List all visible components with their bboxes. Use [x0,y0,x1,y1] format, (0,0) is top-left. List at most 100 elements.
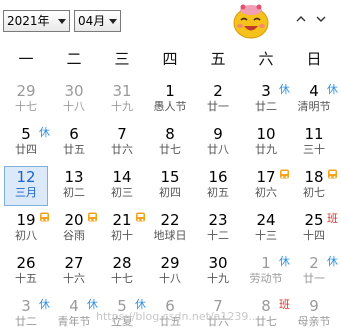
lunar-date: 十五 [15,272,37,285]
chevron-down-icon[interactable] [314,12,328,26]
day-cell[interactable]: 11 三十 [292,123,336,163]
bus-icon [88,212,97,222]
day-number: 9 [309,297,319,315]
day-cell[interactable]: 2 廿一休 [292,252,338,292]
day-cell[interactable]: 30 十九 [196,252,240,292]
year-select[interactable]: 2021年 [3,10,70,32]
day-number: 10 [256,125,276,143]
bus-icon [136,212,145,222]
day-cell[interactable]: 29 十七 [4,80,48,120]
day-cell[interactable]: 27 十六 [52,252,96,292]
day-cell[interactable]: 7 廿六 [100,123,144,163]
day-cell[interactable]: 14 初三 [100,166,144,206]
lunar-date: 十三 [255,229,277,242]
weekday-label: 一 [18,50,34,68]
day-number: 27 [64,254,84,272]
day-cell[interactable]: 29 十八 [148,252,192,292]
bus-icon [40,212,49,222]
lunar-date: 青年节 [57,315,91,328]
day-number: 9 [213,125,223,143]
day-number: 8 [165,125,175,143]
day-number: 15 [160,168,180,186]
month-select-value: 04月 [78,14,106,28]
day-cell[interactable]: 6 廿五 [52,123,96,163]
lunar-date: 廿七 [159,143,181,156]
day-cell[interactable]: 10 廿九 [244,123,288,163]
day-number: 11 [304,125,324,143]
lunar-date: 初五 [207,186,229,199]
day-number: 29 [160,254,180,272]
lunar-date: 廿四 [15,143,37,156]
day-cell[interactable]: 23 十二 [196,209,240,249]
watermark: https://blog.csdn.net/a1239... [96,310,259,323]
lunar-date: 十八 [63,100,85,113]
lunar-date: 十九 [207,272,229,285]
day-number: 14 [112,168,132,186]
weekday-label: 日 [306,50,322,68]
day-cell[interactable]: 22 地球日 [148,209,192,249]
bus-icon [280,169,289,179]
day-cell[interactable]: 19 初八 [4,209,49,249]
weekday-header: 一二三四五六日 [0,46,341,70]
day-number: 2 [213,82,223,100]
day-cell[interactable]: 20 谷雨 [52,209,97,249]
day-cell[interactable]: 5 廿四休 [4,123,50,163]
day-cell[interactable]: 12 三月 [4,166,48,206]
lunar-date: 三十 [303,143,325,156]
weekday-label: 二 [66,50,82,68]
lunar-date: 廿五 [63,143,85,156]
lunar-date: 廿一 [303,272,325,285]
lunar-date: 十六 [63,272,85,285]
day-cell[interactable]: 9 母亲节 [292,295,336,333]
day-cell[interactable]: 2 廿一 [196,80,240,120]
day-cell[interactable]: 3 廿二休 [4,295,50,333]
day-cell[interactable]: 30 十八 [52,80,96,120]
holiday-badge: 休 [327,255,338,268]
lunar-date: 初三 [111,186,133,199]
day-cell[interactable]: 16 初五 [196,166,240,206]
day-cell[interactable]: 1 愚人节 [148,80,192,120]
day-number: 29 [16,82,36,100]
day-number: 28 [112,254,132,272]
lunar-date: 劳动节 [249,272,283,285]
lunar-date: 初四 [159,186,181,199]
day-cell[interactable]: 9 廿八 [196,123,240,163]
day-cell[interactable]: 18 初七 [292,166,337,206]
day-cell[interactable]: 15 初四 [148,166,192,206]
lunar-date: 初二 [63,186,85,199]
lunar-date: 清明节 [297,100,331,113]
workday-badge: 班 [279,298,290,311]
day-cell[interactable]: 25 十四班 [292,209,338,249]
holiday-badge: 休 [39,298,50,311]
day-cell[interactable]: 26 十五 [4,252,48,292]
day-cell[interactable]: 13 初二 [52,166,96,206]
lunar-date: 初六 [255,186,277,199]
day-number: 26 [16,254,36,272]
chevron-down-icon [109,19,117,24]
lunar-date: 十七 [15,100,37,113]
month-select[interactable]: 04月 [74,10,121,32]
day-number: 1 [165,82,175,100]
day-cell[interactable]: 17 初六 [244,166,289,206]
holiday-badge: 休 [327,83,338,96]
day-cell[interactable]: 31 十九 [100,80,144,120]
year-select-value: 2021年 [7,14,50,28]
day-cell[interactable]: 28 十七 [100,252,144,292]
chevron-up-icon[interactable] [294,12,308,26]
day-cell[interactable]: 8 廿七 [148,123,192,163]
lunar-date: 十二 [207,229,229,242]
day-cell[interactable]: 4 清明节休 [292,80,339,120]
lunar-date: 谷雨 [63,229,85,242]
day-number: 12 [16,168,36,186]
holiday-badge: 休 [279,83,290,96]
day-cell[interactable]: 1 劳动节休 [244,252,291,292]
calendar-header: 2021年 04月 [0,0,341,40]
lunar-date: 廿六 [111,143,133,156]
workday-badge: 班 [327,212,338,225]
day-cell[interactable]: 3 廿二休 [244,80,290,120]
holiday-badge: 休 [39,126,50,139]
day-cell[interactable]: 24 十三 [244,209,288,249]
day-cell[interactable]: 21 初十 [100,209,145,249]
day-cell[interactable]: 4 青年节休 [52,295,99,333]
lunar-date: 初十 [111,229,133,242]
